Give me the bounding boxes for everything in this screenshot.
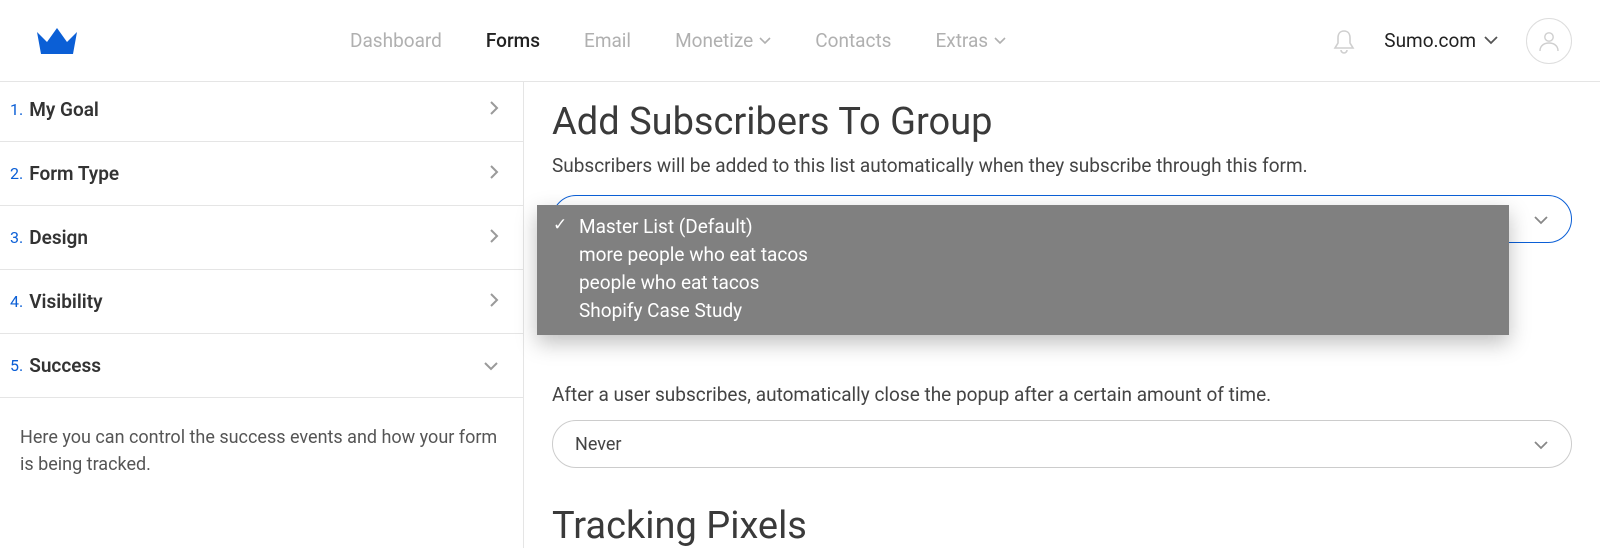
profile-avatar[interactable]: [1526, 18, 1572, 64]
step-number: 1.: [10, 100, 23, 119]
auto-close-value: Never: [575, 434, 622, 455]
step-label: Visibility: [29, 290, 102, 313]
step-design[interactable]: 3. Design: [0, 206, 523, 270]
step-my-goal[interactable]: 1. My Goal: [0, 82, 523, 142]
step-success[interactable]: 5. Success: [0, 334, 523, 398]
step-label: My Goal: [29, 98, 99, 121]
section-description-group: Subscribers will be added to this list a…: [552, 154, 1572, 177]
nav-email[interactable]: Email: [584, 29, 631, 52]
group-option-shopify-case-study[interactable]: Shopify Case Study: [537, 297, 1509, 325]
main-content: Add Subscribers To Group Subscribers wil…: [524, 82, 1600, 548]
notifications-bell-icon[interactable]: [1332, 29, 1356, 53]
site-switcher[interactable]: Sumo.com: [1384, 29, 1498, 52]
nav-monetize[interactable]: Monetize: [675, 29, 771, 52]
chevron-down-icon: [1533, 434, 1549, 455]
step-label: Form Type: [29, 162, 119, 185]
nav-extras-label: Extras: [935, 29, 988, 52]
step-form-type[interactable]: 2. Form Type: [0, 142, 523, 206]
group-option-people-tacos[interactable]: people who eat tacos: [537, 269, 1509, 297]
logo-crown-icon[interactable]: [34, 18, 80, 64]
group-option-master-list[interactable]: Master List (Default): [537, 213, 1509, 241]
step-number: 3.: [10, 228, 23, 247]
nav-dashboard[interactable]: Dashboard: [350, 29, 442, 52]
group-option-more-people-tacos[interactable]: more people who eat tacos: [537, 241, 1509, 269]
nav-monetize-label: Monetize: [675, 29, 753, 52]
section-description-close: After a user subscribes, automatically c…: [552, 383, 1572, 406]
chevron-right-icon: [489, 228, 499, 248]
step-number: 4.: [10, 292, 23, 311]
header-right: Sumo.com: [1332, 18, 1572, 64]
chevron-down-icon: [483, 356, 499, 375]
chevron-right-icon: [489, 100, 499, 120]
step-number: 5.: [10, 356, 23, 375]
step-label: Success: [29, 354, 101, 377]
group-select-dropdown: Master List (Default) more people who ea…: [537, 205, 1509, 335]
chevron-right-icon: [489, 164, 499, 184]
auto-close-select[interactable]: Never: [552, 420, 1572, 468]
section-heading-tracking: Tracking Pixels: [552, 504, 1572, 548]
chevron-down-icon: [994, 37, 1006, 45]
user-icon: [1537, 29, 1561, 53]
main-nav: Dashboard Forms Email Monetize Contacts …: [350, 29, 1006, 52]
step-helper-text: Here you can control the success events …: [0, 398, 523, 504]
chevron-down-icon: [759, 37, 771, 45]
site-name: Sumo.com: [1384, 29, 1476, 52]
chevron-right-icon: [489, 292, 499, 312]
nav-forms[interactable]: Forms: [486, 29, 540, 52]
chevron-down-icon: [1484, 36, 1498, 45]
step-visibility[interactable]: 4. Visibility: [0, 270, 523, 334]
top-header: Dashboard Forms Email Monetize Contacts …: [0, 0, 1600, 82]
nav-contacts[interactable]: Contacts: [815, 29, 891, 52]
step-label: Design: [29, 226, 88, 249]
group-select-wrap: Master List (Default) more people who ea…: [552, 195, 1572, 243]
chevron-down-icon: [1533, 210, 1549, 229]
step-number: 2.: [10, 164, 23, 183]
section-heading-group: Add Subscribers To Group: [552, 100, 1572, 144]
nav-extras[interactable]: Extras: [935, 29, 1006, 52]
steps-sidebar: 1. My Goal 2. Form Type 3. Design 4. Vis…: [0, 82, 524, 548]
